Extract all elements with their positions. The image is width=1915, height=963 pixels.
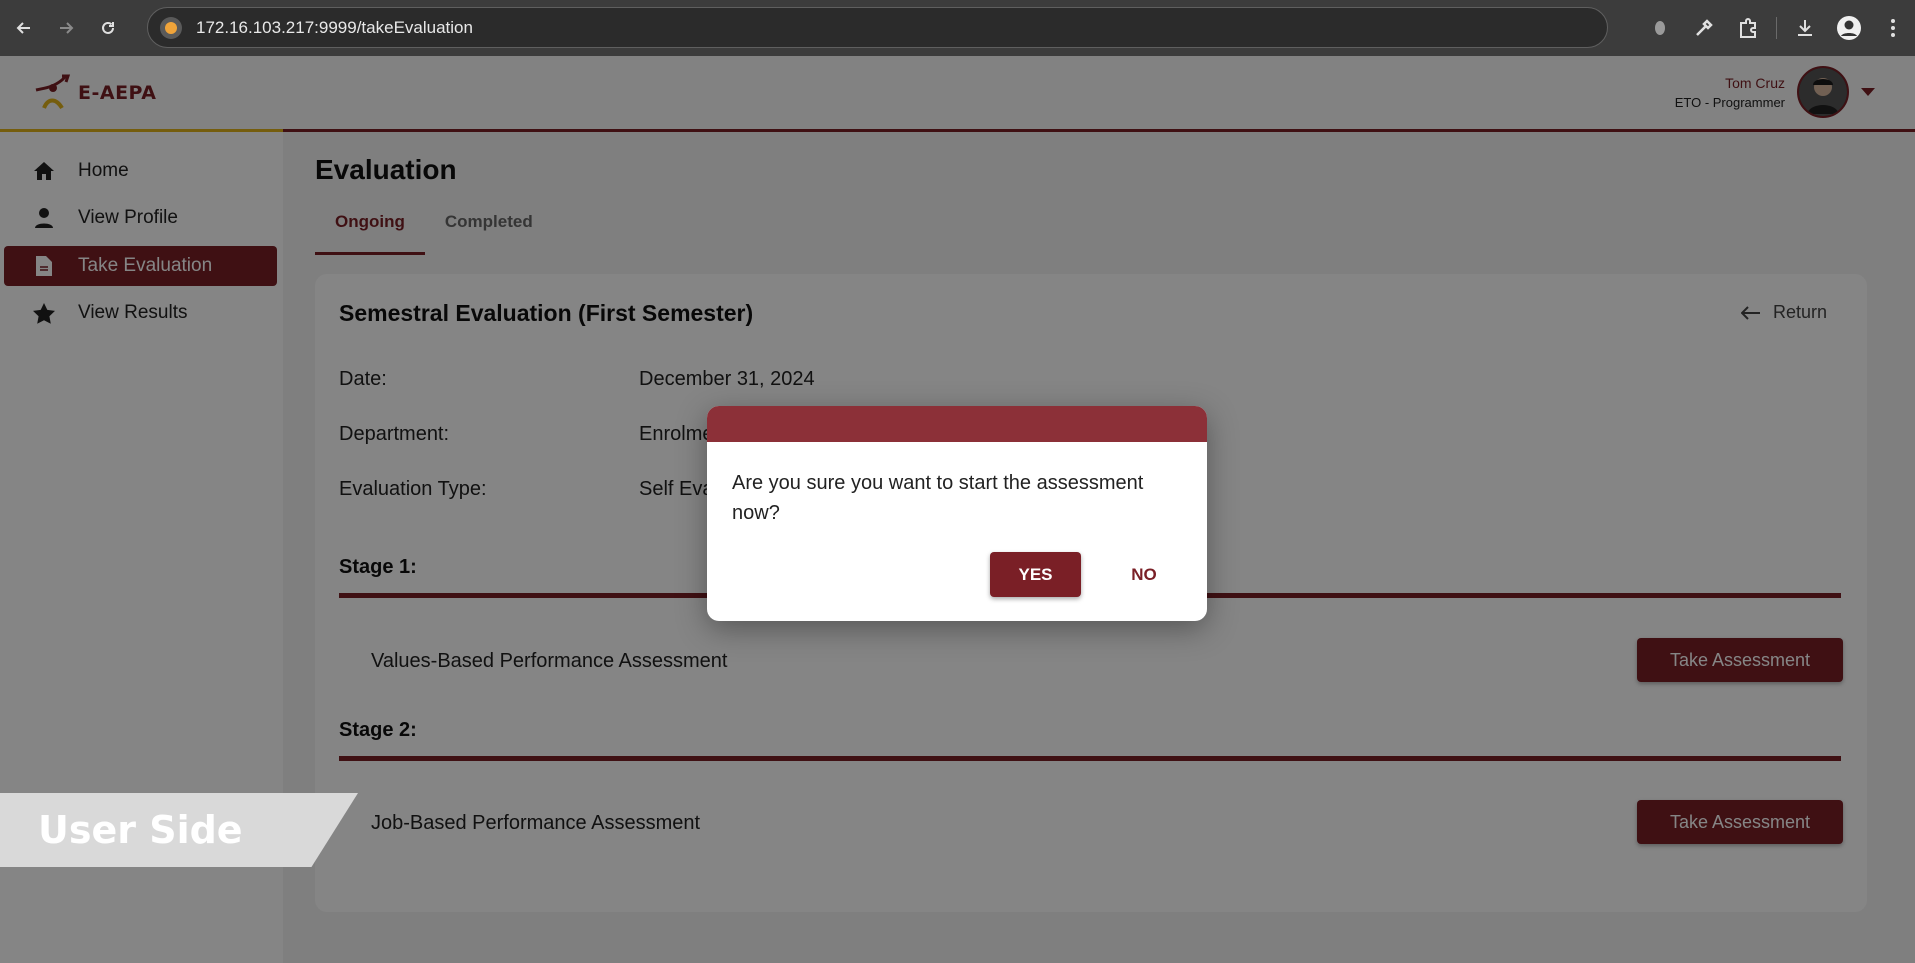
banner-text: User Side bbox=[38, 808, 243, 852]
url-text: 172.16.103.217:9999/takeEvaluation bbox=[196, 17, 473, 37]
yes-button[interactable]: YES bbox=[990, 552, 1081, 597]
arrow-left-icon bbox=[16, 22, 30, 34]
back-button[interactable] bbox=[6, 10, 42, 46]
extension-dot-icon[interactable] bbox=[1638, 6, 1682, 50]
no-button[interactable]: NO bbox=[1107, 552, 1181, 597]
menu-kebab-icon[interactable] bbox=[1871, 6, 1915, 50]
dialog-header bbox=[707, 406, 1207, 442]
site-info-icon[interactable] bbox=[160, 16, 182, 39]
extensions-puzzle-icon[interactable] bbox=[1726, 6, 1770, 50]
reload-button[interactable] bbox=[90, 10, 126, 46]
arrow-right-icon bbox=[60, 22, 74, 34]
address-bar[interactable]: 172.16.103.217:9999/takeEvaluation bbox=[147, 7, 1608, 48]
download-icon[interactable] bbox=[1783, 6, 1827, 50]
confirm-dialog: Are you sure you want to start the asses… bbox=[707, 406, 1207, 621]
profile-icon[interactable] bbox=[1827, 6, 1871, 50]
eyedropper-icon[interactable] bbox=[1682, 6, 1726, 50]
toolbar-separator bbox=[1776, 17, 1777, 39]
forward-button[interactable] bbox=[48, 10, 84, 46]
browser-toolbar: 172.16.103.217:9999/takeEvaluation bbox=[0, 0, 1915, 56]
user-side-banner: User Side bbox=[0, 793, 358, 867]
dialog-message: Are you sure you want to start the asses… bbox=[732, 472, 1144, 524]
reload-icon bbox=[102, 21, 114, 34]
